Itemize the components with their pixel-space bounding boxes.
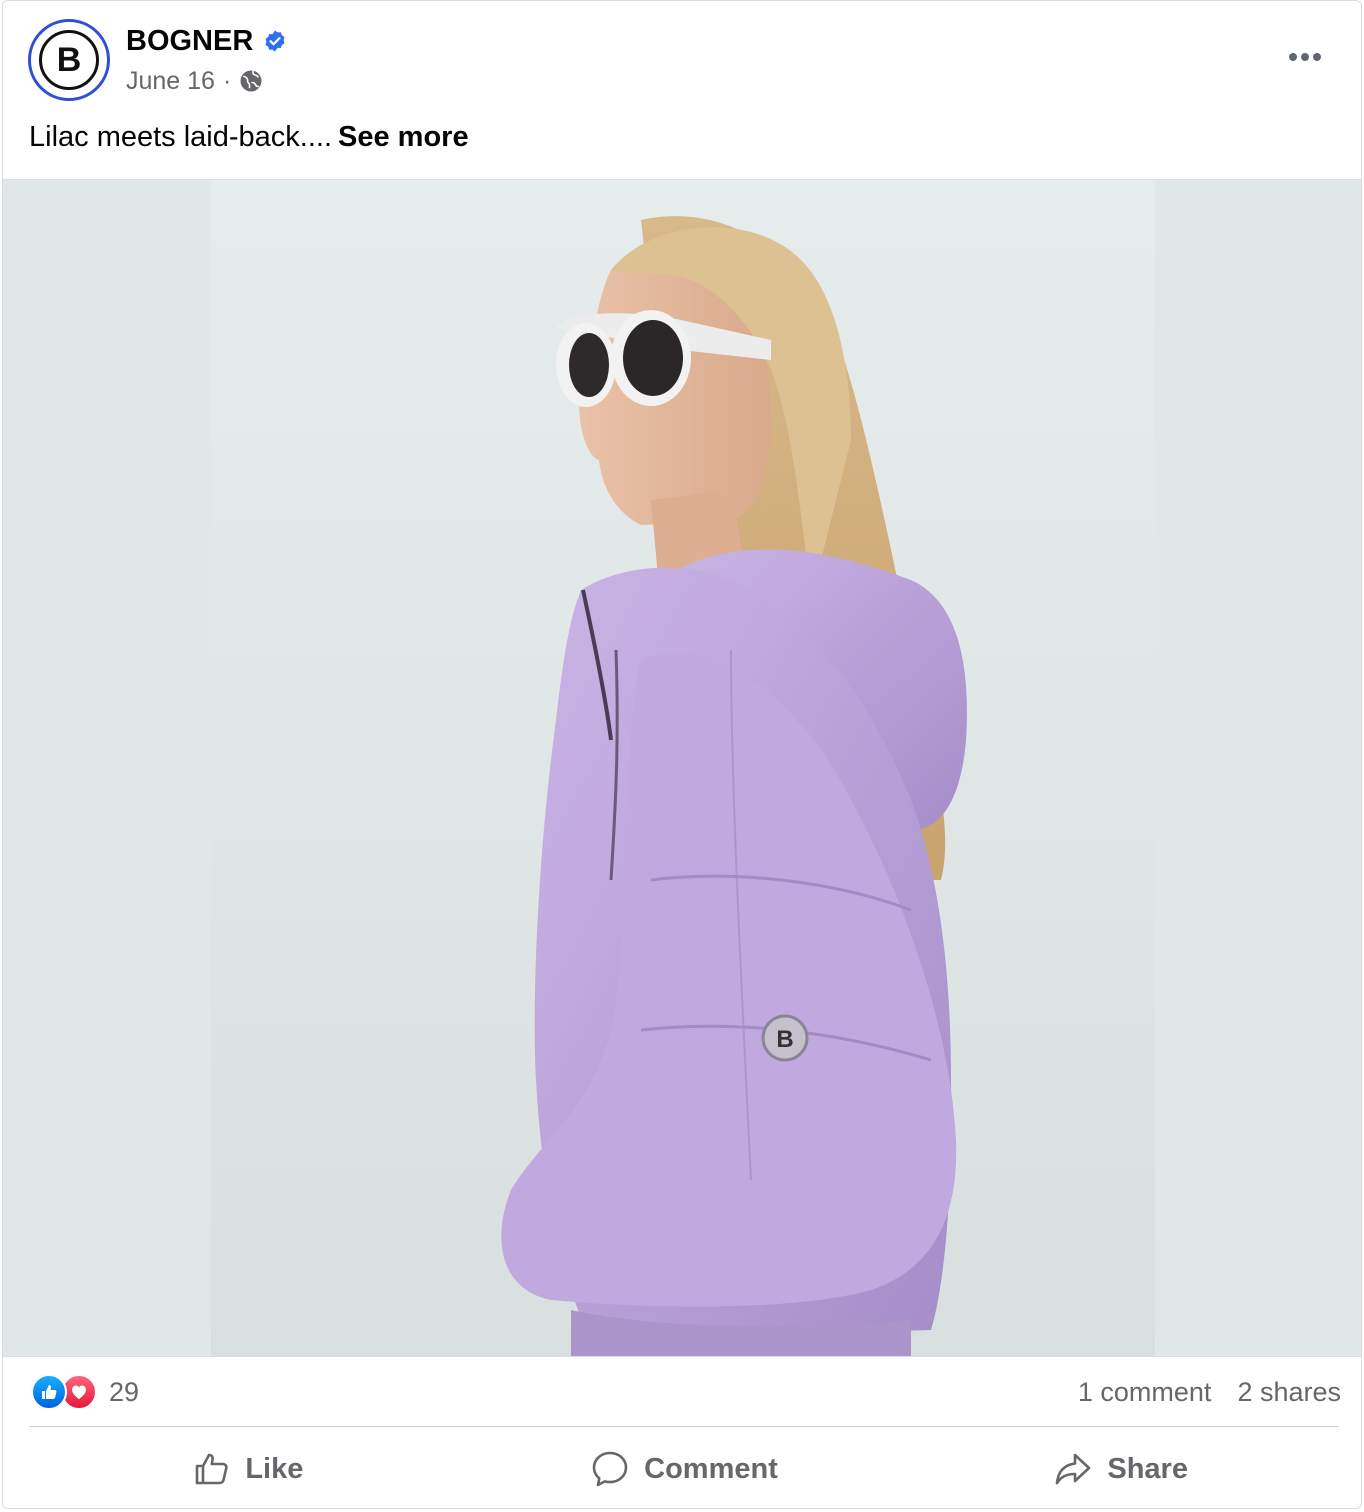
post-meta: June 16 · <box>126 65 263 97</box>
reaction-summary[interactable]: 29 <box>31 1374 139 1410</box>
page-name-link[interactable]: BOGNER <box>126 23 253 59</box>
reaction-count: 29 <box>109 1377 140 1407</box>
see-more-link[interactable]: See more <box>338 121 469 153</box>
post-card: B BOGNER June 16 · Lilac meets laid-back… <box>2 0 1362 1509</box>
like-label: Like <box>245 1452 304 1485</box>
share-button[interactable]: Share <box>902 1429 1339 1508</box>
page-avatar[interactable]: B <box>28 19 110 101</box>
verified-badge-icon <box>265 30 285 52</box>
post-caption: Lilac meets laid-back.... See more <box>29 117 469 157</box>
post-actions: Like Comment Share <box>29 1429 1339 1508</box>
comment-label: Comment <box>644 1452 778 1485</box>
comment-button[interactable]: Comment <box>466 1429 903 1508</box>
post-photo[interactable]: B <box>211 180 1155 1356</box>
globe-icon <box>240 70 262 92</box>
post-date[interactable]: June 16 <box>126 65 215 97</box>
caption-text: Lilac meets laid-back.... <box>29 121 333 153</box>
comment-count-link[interactable]: 1 comment <box>1078 1374 1212 1410</box>
actions-divider <box>29 1426 1339 1427</box>
like-reaction-icon <box>31 1374 67 1410</box>
thumbs-up-icon <box>196 1453 229 1485</box>
post-media[interactable]: B <box>3 179 1361 1357</box>
share-arrow-icon <box>1056 1453 1091 1485</box>
more-options-icon[interactable] <box>1277 37 1333 77</box>
share-count-link[interactable]: 2 shares <box>1237 1374 1341 1410</box>
share-label: Share <box>1107 1452 1188 1485</box>
model-illustration: B <box>501 216 967 1356</box>
comment-bubble-icon <box>592 1451 628 1487</box>
post-stats: 29 1 comment 2 shares <box>3 1358 1361 1426</box>
jacket-logo-patch: B <box>776 1026 793 1053</box>
like-button[interactable]: Like <box>29 1429 466 1508</box>
avatar-logo: B <box>39 30 99 90</box>
engagement-counts: 1 comment 2 shares <box>1078 1374 1341 1410</box>
page-name-row: BOGNER <box>126 23 287 59</box>
meta-separator: · <box>222 67 232 95</box>
